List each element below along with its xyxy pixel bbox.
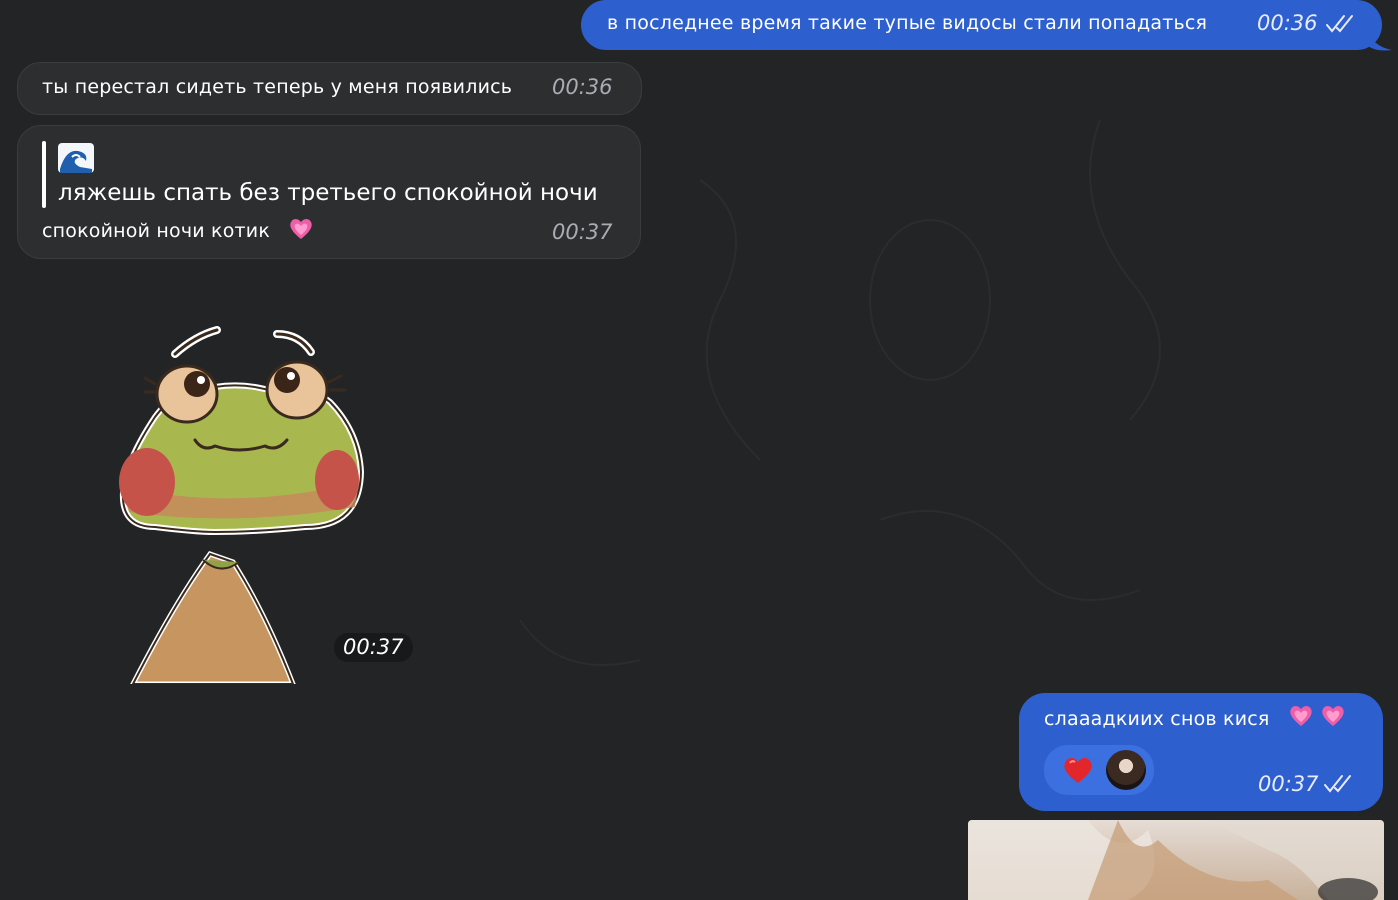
message-text: слааадкиих снов кися <box>1044 708 1270 730</box>
message-text: спокойной ночи котик <box>42 220 271 242</box>
message-time: 00:37 <box>552 220 613 244</box>
photo-message[interactable] <box>968 820 1384 900</box>
reactor-avatar[interactable] <box>1106 750 1146 790</box>
sticker-time: 00:37 <box>334 633 413 662</box>
message-time: 00:36 <box>1257 11 1318 35</box>
frog-sticker[interactable] <box>115 322 365 687</box>
red-heart-emoji-icon <box>1062 755 1094 789</box>
message-time: 00:37 <box>1258 772 1319 796</box>
read-double-check-icon <box>1323 774 1353 798</box>
pink-heart-emoji-icon <box>1288 703 1314 733</box>
pink-heart-emoji-icon <box>1320 703 1346 733</box>
quote-text: ляжешь спать без третьего спокойной ночи <box>58 180 598 206</box>
outgoing-message-with-reaction[interactable]: слааадкиих снов кися 00:37 <box>1019 693 1383 811</box>
pink-heart-emoji-icon <box>288 216 314 246</box>
quote-bar <box>42 141 46 208</box>
message-time: 00:36 <box>552 75 613 99</box>
incoming-message[interactable]: ты перестал сидеть теперь у меня появили… <box>17 62 642 115</box>
reaction-pill[interactable] <box>1044 745 1154 795</box>
message-text: в последнее время такие тупые видосы ста… <box>607 12 1208 34</box>
incoming-message-with-quote[interactable]: ляжешь спать без третьего спокойной ночи… <box>17 125 641 259</box>
outgoing-message[interactable]: в последнее время такие тупые видосы ста… <box>581 0 1382 50</box>
message-text: ты перестал сидеть теперь у меня появили… <box>42 76 513 98</box>
wave-emoji-icon <box>58 143 94 177</box>
bubble-tail <box>1368 30 1392 51</box>
read-double-check-icon <box>1325 14 1355 38</box>
